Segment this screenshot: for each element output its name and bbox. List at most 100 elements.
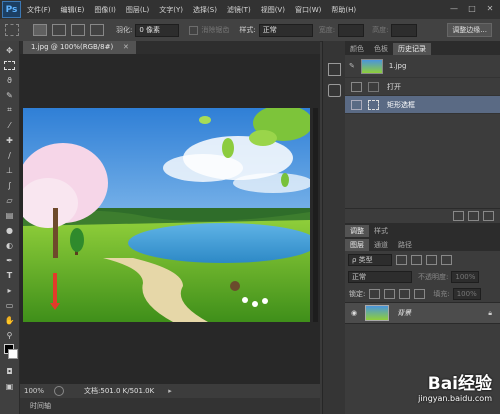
document-image[interactable] xyxy=(23,108,310,322)
menu-layer[interactable]: 图层(L) xyxy=(126,5,149,15)
zoom-tool-icon[interactable]: ⚲ xyxy=(3,329,16,341)
feather-input[interactable]: 0 像素 xyxy=(135,23,180,37)
close-document-icon[interactable]: ✕ xyxy=(123,41,129,54)
blur-tool-icon[interactable]: ● xyxy=(3,224,16,236)
quick-select-icon[interactable]: ✎ xyxy=(3,89,16,101)
history-state-open[interactable]: 打开 xyxy=(345,78,500,96)
fill-input[interactable]: 100% xyxy=(452,287,481,300)
move-tool-icon[interactable]: ✥ xyxy=(3,44,16,56)
path-select-icon[interactable]: ▸ xyxy=(3,284,16,296)
marquee-tool-preset-icon[interactable] xyxy=(5,24,19,36)
subtract-selection-icon[interactable] xyxy=(71,24,85,36)
menu-image[interactable]: 图像(I) xyxy=(94,5,116,15)
blend-mode-select[interactable]: 正常 xyxy=(348,270,412,283)
create-snapshot-icon[interactable] xyxy=(468,211,479,221)
zoom-level[interactable]: 100% xyxy=(24,387,44,395)
menu-type[interactable]: 文字(Y) xyxy=(159,5,183,15)
status-info-icon[interactable] xyxy=(54,386,65,396)
hand-tool-icon[interactable]: ✋ xyxy=(3,314,16,326)
history-panel-icon[interactable] xyxy=(327,63,341,76)
layer-filter-select[interactable]: ρ 类型 xyxy=(348,253,392,266)
menu-window[interactable]: 窗口(W) xyxy=(295,5,321,15)
history-state-checkbox[interactable] xyxy=(351,99,362,110)
lock-all-icon[interactable] xyxy=(414,288,426,299)
timeline-panel-tab[interactable]: 时间轴 xyxy=(20,398,320,414)
lock-image-icon[interactable] xyxy=(384,288,396,299)
status-bar: 100% 文档:501.0 K/501.0K ▸ xyxy=(20,384,320,398)
tab-layers[interactable]: 图层 xyxy=(345,239,369,251)
filter-adjust-icon[interactable] xyxy=(411,254,422,265)
color-swatches-icon[interactable] xyxy=(3,344,18,362)
antialias-label: 消除锯齿 xyxy=(201,26,230,34)
eyedropper-icon[interactable]: ⁄ xyxy=(3,119,16,131)
tab-channels[interactable]: 通道 xyxy=(369,239,393,251)
menu-filter[interactable]: 滤镜(T) xyxy=(227,5,251,15)
adjust-edge-button[interactable]: 调整边缘... xyxy=(447,23,492,37)
eraser-icon[interactable]: ▱ xyxy=(3,194,16,206)
height-input[interactable] xyxy=(391,23,418,37)
tab-styles[interactable]: 样式 xyxy=(369,225,393,237)
history-brush-icon[interactable]: ∫ xyxy=(3,179,16,191)
history-state-label: 矩形选框 xyxy=(387,100,415,109)
menu-select[interactable]: 选择(S) xyxy=(193,5,217,15)
width-input[interactable] xyxy=(338,23,365,37)
window-controls: — □ ✕ xyxy=(444,2,498,15)
lasso-tool-icon[interactable]: ϑ xyxy=(3,74,16,86)
marquee-tool-icon[interactable] xyxy=(3,59,16,71)
new-document-from-state-icon[interactable] xyxy=(453,211,464,221)
photoshop-logo: Ps xyxy=(2,1,21,18)
layer-name[interactable]: 背景 xyxy=(397,308,411,318)
close-button[interactable]: ✕ xyxy=(482,2,498,15)
delete-state-icon[interactable] xyxy=(483,211,494,221)
quick-mask-icon[interactable]: ◘ xyxy=(3,365,16,377)
document-tab[interactable]: 1.jpg @ 100%(RGB/8#) xyxy=(23,41,136,54)
history-state-rect-marquee[interactable]: 矩形选框 xyxy=(345,96,500,114)
style-select[interactable]: 正常 xyxy=(258,23,313,37)
history-brush-source-icon[interactable]: ✎ xyxy=(349,62,355,70)
menu-file[interactable]: 文件(F) xyxy=(27,5,51,15)
crop-tool-icon[interactable]: ⌗ xyxy=(3,104,16,116)
tab-color[interactable]: 颜色 xyxy=(345,43,369,55)
document-tab-title: 1.jpg @ 100%(RGB/8#) xyxy=(31,43,114,51)
status-menu-arrow-icon[interactable]: ▸ xyxy=(168,387,172,395)
snapshot-label: 1.jpg xyxy=(388,62,407,70)
menu-edit[interactable]: 编辑(E) xyxy=(61,5,85,15)
brush-tool-icon[interactable]: ∕ xyxy=(3,149,16,161)
menu-help[interactable]: 帮助(H) xyxy=(331,5,356,15)
lock-label: 锁定: xyxy=(349,289,366,298)
add-selection-icon[interactable] xyxy=(52,24,66,36)
history-state-checkbox[interactable] xyxy=(351,81,362,92)
type-tool-icon[interactable]: T xyxy=(3,269,16,281)
tab-swatches[interactable]: 色板 xyxy=(369,43,393,55)
antialias-checkbox[interactable] xyxy=(189,25,199,35)
minimize-button[interactable]: — xyxy=(446,2,462,15)
opacity-input[interactable]: 100% xyxy=(451,270,480,283)
pen-tool-icon[interactable]: ✒ xyxy=(3,254,16,266)
layer-row-background[interactable]: ◉ 背景 🔒︎ xyxy=(345,302,500,324)
maximize-button[interactable]: □ xyxy=(464,2,480,15)
layer-visibility-eye-icon[interactable]: ◉ xyxy=(351,309,357,317)
menu-view[interactable]: 视图(V) xyxy=(261,5,285,15)
gradient-icon[interactable]: ▤ xyxy=(3,209,16,221)
canvas-scrollbar[interactable] xyxy=(313,108,318,322)
layer-lock-icon: 🔒︎ xyxy=(488,308,492,317)
shape-tool-icon[interactable]: ▭ xyxy=(3,299,16,311)
tab-adjustments[interactable]: 调整 xyxy=(345,225,369,237)
dodge-tool-icon[interactable]: ◐ xyxy=(3,239,16,251)
filter-type-icon[interactable] xyxy=(426,254,437,265)
new-selection-icon[interactable] xyxy=(33,24,47,36)
clone-stamp-icon[interactable]: ⊥ xyxy=(3,164,16,176)
brush-panel-icon[interactable] xyxy=(327,84,341,97)
screen-mode-icon[interactable]: ▣ xyxy=(3,380,16,392)
tab-paths[interactable]: 路径 xyxy=(393,239,417,251)
lock-position-icon[interactable] xyxy=(399,288,411,299)
filter-shape-icon[interactable] xyxy=(441,254,452,265)
tab-history[interactable]: 历史记录 xyxy=(393,43,431,55)
lock-pixels-icon[interactable] xyxy=(369,288,381,299)
timeline-label: 时间轴 xyxy=(30,402,51,410)
healing-brush-icon[interactable]: ✚ xyxy=(3,134,16,146)
history-snapshot[interactable]: ✎ 1.jpg xyxy=(345,55,500,78)
filter-pixel-icon[interactable] xyxy=(396,254,407,265)
open-state-icon xyxy=(368,81,379,92)
intersect-selection-icon[interactable] xyxy=(90,24,104,36)
